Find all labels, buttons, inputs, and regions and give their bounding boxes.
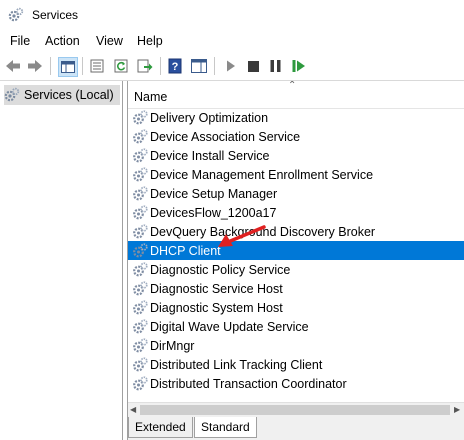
gear-icon	[133, 242, 148, 257]
column-header-label: Name	[134, 90, 168, 104]
pause-service-icon[interactable]	[266, 57, 284, 75]
service-row[interactable]: DevicesFlow_1200a17	[128, 203, 464, 222]
gear-icon	[133, 147, 148, 162]
menu-bar: File Action View Help	[0, 30, 464, 52]
horizontal-scrollbar[interactable]: ◀ ▶	[128, 402, 464, 417]
toolbar-separator	[50, 57, 51, 75]
service-row[interactable]: Diagnostic Service Host	[128, 279, 464, 298]
service-name: DirMngr	[150, 338, 195, 353]
service-name: DevQuery Background Discovery Broker	[150, 224, 376, 239]
service-row[interactable]: Distributed Link Tracking Client	[128, 355, 464, 374]
service-name: Distributed Transaction Coordinator	[150, 376, 347, 391]
tab-standard[interactable]: Standard	[194, 417, 257, 438]
back-icon[interactable]	[4, 57, 22, 75]
service-row[interactable]: Delivery Optimization	[128, 108, 464, 127]
help-icon[interactable]: ?	[166, 57, 184, 75]
tree-item-services-local[interactable]: Services (Local)	[4, 85, 120, 105]
forward-icon[interactable]	[26, 57, 44, 75]
gear-icon	[133, 318, 148, 333]
service-row[interactable]: Diagnostic System Host	[128, 298, 464, 317]
service-name: Diagnostic Policy Service	[150, 262, 291, 277]
refresh-icon[interactable]	[112, 57, 130, 75]
service-row[interactable]: Digital Wave Update Service	[128, 317, 464, 336]
properties-icon[interactable]	[88, 57, 106, 75]
gear-icon	[133, 185, 148, 200]
svg-text:?: ?	[172, 61, 179, 73]
service-name: Device Setup Manager	[150, 186, 278, 201]
gear-icon	[133, 204, 148, 219]
service-name: Device Association Service	[150, 129, 301, 144]
service-name: Diagnostic Service Host	[150, 281, 283, 296]
column-header-name[interactable]: Name ⌃	[128, 81, 464, 109]
tab-extended[interactable]: Extended	[128, 417, 193, 438]
tree-pane: Services (Local)	[0, 81, 123, 440]
stop-service-icon[interactable]	[244, 57, 262, 75]
view-tabs: Extended Standard	[128, 417, 464, 440]
gear-icon	[133, 280, 148, 295]
service-row[interactable]: Device Association Service	[128, 127, 464, 146]
services-list-pane: Name ⌃ Delivery Optimization Device Assoc…	[127, 81, 464, 440]
show-hide-action-pane-icon[interactable]	[190, 57, 208, 75]
toolbar-separator	[160, 57, 161, 75]
gear-icon	[4, 87, 20, 102]
scroll-left-icon[interactable]: ◀	[130, 403, 136, 417]
service-row-selected[interactable]: DHCP Client	[128, 241, 464, 260]
tree-item-label: Services (Local)	[24, 88, 114, 102]
gear-icon	[133, 261, 148, 276]
service-name: Digital Wave Update Service	[150, 319, 309, 334]
scroll-right-icon[interactable]: ▶	[454, 403, 460, 417]
service-name: Distributed Link Tracking Client	[150, 357, 323, 372]
toolbar: ?	[0, 52, 464, 81]
toolbar-separator	[82, 57, 83, 75]
menu-view[interactable]: View	[96, 34, 123, 48]
start-service-icon[interactable]	[222, 57, 240, 75]
service-row[interactable]: DirMngr	[128, 336, 464, 355]
service-name: Device Management Enrollment Service	[150, 167, 374, 182]
scrollbar-thumb[interactable]	[140, 405, 450, 415]
gear-icon	[133, 299, 148, 314]
service-name: DevicesFlow_1200a17	[150, 205, 277, 220]
service-name: Delivery Optimization	[150, 110, 269, 125]
title-bar: Services	[0, 0, 464, 30]
restart-service-icon[interactable]	[290, 57, 308, 75]
services-list: Delivery Optimization Device Association …	[128, 108, 464, 393]
menu-file[interactable]: File	[10, 34, 30, 48]
service-name: Device Install Service	[150, 148, 270, 163]
service-row[interactable]: Device Install Service	[128, 146, 464, 165]
gear-icon	[133, 128, 148, 143]
gear-icon	[133, 356, 148, 371]
service-row[interactable]: DevQuery Background Discovery Broker	[128, 222, 464, 241]
gear-icon	[133, 337, 148, 352]
service-row[interactable]: Device Management Enrollment Service	[128, 165, 464, 184]
service-row[interactable]: Distributed Transaction Coordinator	[128, 374, 464, 393]
show-tree-icon[interactable]	[58, 57, 78, 77]
menu-action[interactable]: Action	[45, 34, 80, 48]
toolbar-separator	[214, 57, 215, 75]
service-row[interactable]: Diagnostic Policy Service	[128, 260, 464, 279]
export-list-icon[interactable]	[136, 57, 154, 75]
gear-icon	[133, 223, 148, 238]
service-name: DHCP Client	[150, 243, 221, 258]
gear-icon	[133, 109, 148, 124]
menu-help[interactable]: Help	[137, 34, 163, 48]
gear-icon	[133, 166, 148, 181]
service-name: Diagnostic System Host	[150, 300, 283, 315]
window-title: Services	[32, 8, 79, 22]
gear-icon	[8, 7, 24, 22]
gear-icon	[133, 375, 148, 390]
service-row[interactable]: Device Setup Manager	[128, 184, 464, 203]
sort-ascending-icon: ⌃	[288, 81, 297, 91]
